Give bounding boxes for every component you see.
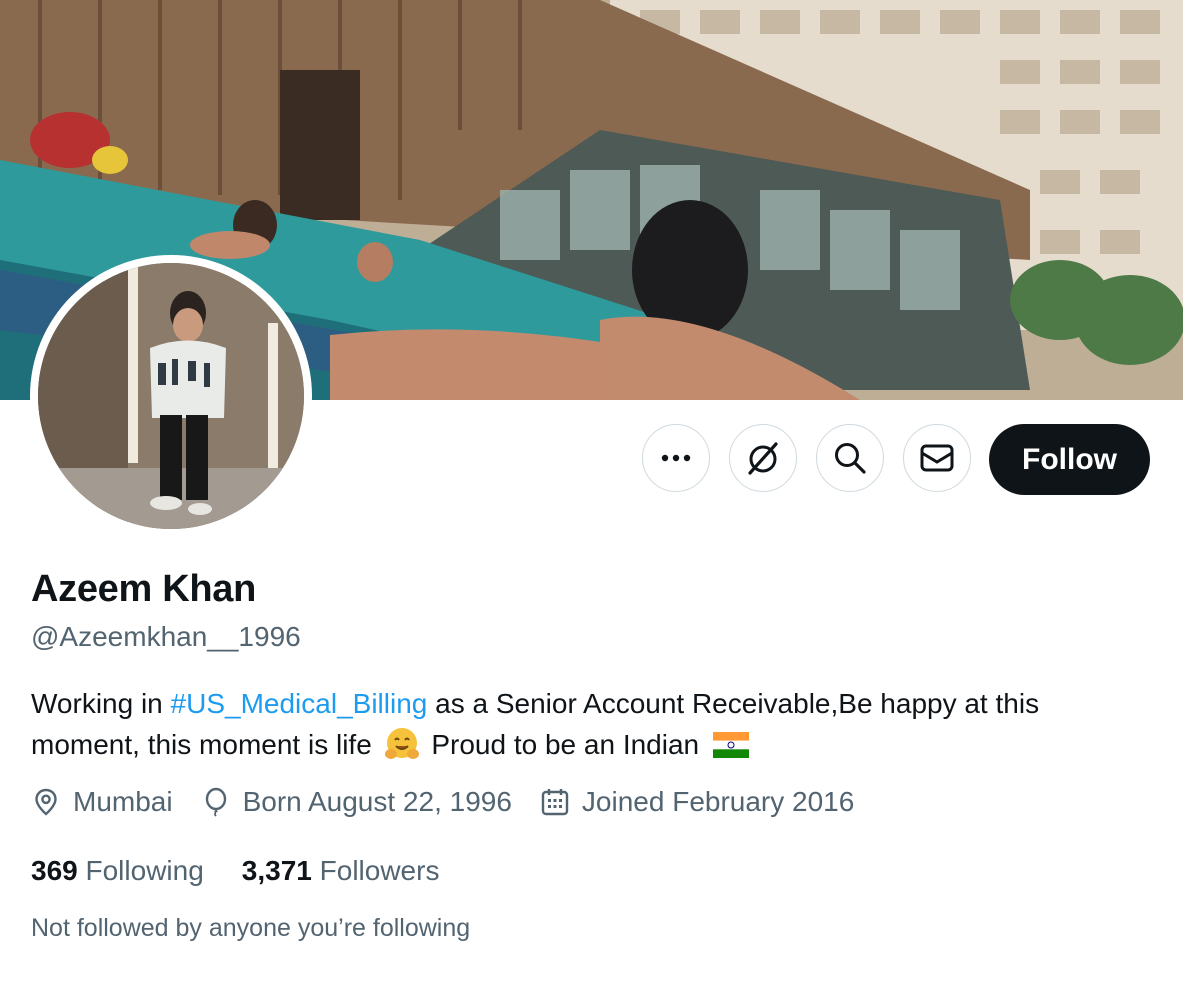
message-button[interactable] [903, 424, 971, 492]
follow-stats: 369 Following 3,371 Followers [31, 855, 477, 887]
location-pin-icon [35, 788, 57, 816]
birthday: Born August 22, 1996 [201, 786, 512, 818]
bio: Working in #US_Medical_Billing as a Seni… [31, 683, 1151, 765]
more-icon [661, 454, 691, 462]
hugging-face-icon [384, 726, 420, 762]
bio-text-suffix: Proud to be an Indian [423, 729, 700, 760]
following-count: 369 [31, 855, 78, 886]
search-icon [835, 443, 866, 474]
india-flag-icon [712, 728, 749, 758]
username-handle: @Azeemkhan__1996 [31, 621, 301, 652]
join-date: Joined February 2016 [540, 786, 854, 818]
grok-icon [748, 442, 778, 475]
location: Mumbai [31, 786, 173, 818]
hashtag-link[interactable]: #US_Medical_Billing [171, 688, 428, 719]
join-date-text: Joined February 2016 [581, 786, 855, 817]
followers-count: 3,371 [241, 855, 312, 886]
mutual-followers-note: Not followed by anyone you’re following [31, 914, 471, 942]
more-button[interactable] [642, 424, 710, 492]
follow-button[interactable]: Follow [989, 424, 1150, 495]
balloon-icon [205, 787, 226, 817]
search-button[interactable] [816, 424, 884, 492]
location-text: Mumbai [73, 786, 173, 817]
followers-label: Followers [319, 855, 440, 886]
followers-link[interactable]: 3,371 Followers [242, 855, 440, 887]
bio-text-prefix: Working in [31, 688, 171, 719]
following-link[interactable]: 369 Following [31, 855, 204, 887]
grok-button[interactable] [729, 424, 797, 492]
display-name: Azeem Khan [31, 568, 257, 610]
following-label: Following [85, 855, 204, 886]
profile-meta: Mumbai Born August 22, 1996 Joined Febru… [31, 786, 882, 818]
birthday-text: Born August 22, 1996 [242, 786, 512, 817]
scrollbar-gutter [1183, 0, 1200, 985]
calendar-icon [541, 789, 569, 816]
mail-icon [920, 444, 954, 472]
profile-actions: Follow [0, 424, 1183, 496]
